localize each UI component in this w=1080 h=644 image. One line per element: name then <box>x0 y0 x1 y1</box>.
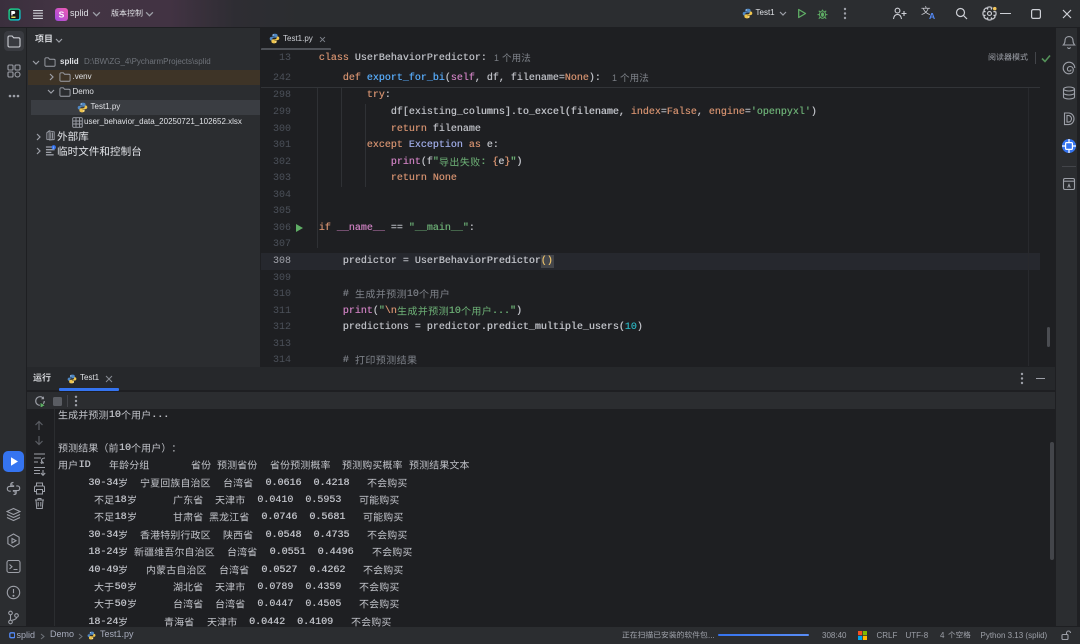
svg-text:S: S <box>59 10 65 20</box>
svg-text:!: ! <box>53 145 54 149</box>
